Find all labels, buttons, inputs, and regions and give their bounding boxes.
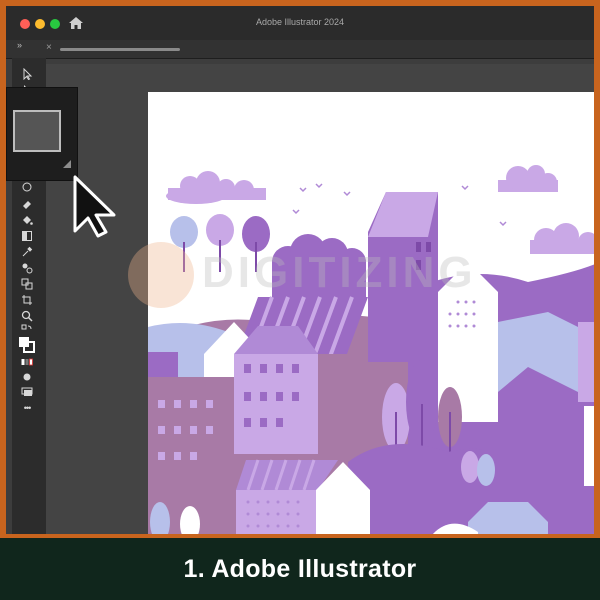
close-tab-button[interactable]: × (46, 42, 52, 53)
zoom-tool-icon[interactable] (20, 310, 34, 322)
caption-text: 1. Adobe Illustrator (183, 554, 417, 583)
cloud-right-icon (530, 223, 594, 254)
eyedropper-tool-icon[interactable] (20, 246, 34, 258)
watermark-text: DIGITIZING (202, 248, 477, 297)
cloud-left-icon (166, 171, 266, 204)
eraser-tool-icon[interactable] (20, 198, 34, 210)
document-tab-bar: × (6, 40, 594, 59)
paint-bucket-tool-icon[interactable] (20, 214, 34, 226)
artboard-tool-icon[interactable] (20, 294, 34, 306)
blend-tool-icon[interactable] (20, 262, 34, 274)
draw-mode-icon[interactable] (20, 371, 34, 383)
swap-colors-icon[interactable] (20, 324, 34, 336)
mouse-pointer-icon (73, 175, 116, 238)
trees-bottom-left-icon (150, 502, 226, 534)
illustrator-window: Adobe Illustrator 2024 × » ••• DIGITIZIN… (6, 6, 594, 534)
watermark-logo-icon (128, 242, 194, 308)
color-mode-icon[interactable] (20, 356, 34, 368)
more-tools-icon[interactable]: ••• (20, 402, 34, 414)
fill-stroke-swatch-icon[interactable] (18, 336, 36, 354)
title-bar: Adobe Illustrator 2024 (6, 6, 594, 40)
shape-builder-tool-icon[interactable] (20, 278, 34, 290)
flyout-corner-icon (63, 160, 71, 168)
panel-collapse-icon[interactable]: » (17, 40, 22, 50)
screen-mode-icon[interactable] (20, 386, 34, 398)
image-frame: Adobe Illustrator 2024 × » ••• DIGITIZIN… (0, 0, 600, 600)
gradient-tool-icon[interactable] (20, 230, 34, 242)
rectangle-tool-flyout[interactable] (6, 87, 78, 181)
document-tab[interactable] (60, 48, 180, 51)
lasso-tool-icon[interactable] (20, 182, 34, 194)
watermark: DIGITIZING (118, 232, 473, 322)
window-title: Adobe Illustrator 2024 (255, 17, 345, 27)
selection-tool-icon[interactable] (20, 68, 34, 80)
cloud-center-icon (498, 165, 558, 192)
rectangle-tool-icon[interactable] (13, 110, 61, 152)
caption-banner: 1. Adobe Illustrator (0, 538, 600, 600)
